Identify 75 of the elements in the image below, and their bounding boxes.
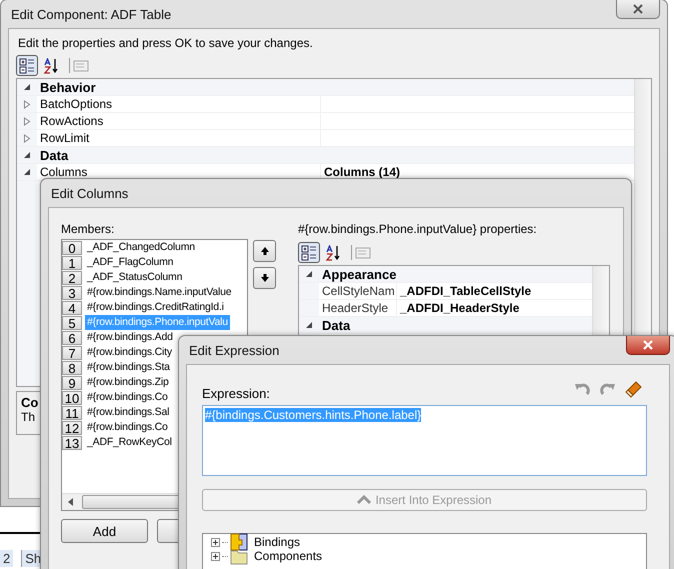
- close-icon: [632, 4, 644, 14]
- member-item[interactable]: #{row.bindings.Sta: [85, 360, 172, 375]
- binding-icon: [230, 533, 248, 551]
- row-index: 11: [62, 406, 82, 420]
- member-item[interactable]: #{row.bindings.City: [85, 345, 174, 360]
- property-value[interactable]: _ADFDI_TableCellStyle: [397, 283, 592, 299]
- instructions-text: Edit the properties and press OK to save your changes.: [17, 36, 314, 52]
- row-index: 5: [62, 316, 82, 330]
- property-name[interactable]: CellStyleNam: [319, 283, 397, 299]
- up-arrow-icon: [260, 246, 270, 256]
- description-title: Co: [21, 395, 38, 410]
- eraser-icon[interactable]: [625, 380, 643, 398]
- add-button[interactable]: Add: [61, 519, 148, 543]
- row-index: 10: [62, 390, 82, 404]
- pages-icon: [73, 58, 89, 74]
- member-item[interactable]: #{row.bindings.Co: [85, 390, 170, 405]
- properties-label: #{row.bindings.Phone.inputValue} properties:: [298, 222, 538, 238]
- row-index: 13: [62, 436, 82, 450]
- member-item[interactable]: _ADF_FlagColumn: [85, 255, 176, 270]
- categorized-button[interactable]: [16, 55, 38, 76]
- row-index: 9: [62, 376, 82, 390]
- category-label: Data: [39, 148, 68, 162]
- scroll-left-icon[interactable]: [68, 498, 74, 506]
- member-item[interactable]: _ADF_StatusColumn: [85, 270, 184, 285]
- row-index: 4: [62, 300, 82, 314]
- property-name[interactable]: BatchOptions: [37, 96, 321, 112]
- member-item[interactable]: #{row.bindings.Zip: [85, 375, 171, 390]
- category-label: Appearance: [321, 266, 396, 282]
- down-arrow-icon: [260, 273, 270, 283]
- expand-icon[interactable]: [211, 538, 220, 546]
- category-label: Behavior: [39, 80, 96, 94]
- collapse-icon[interactable]: [23, 83, 31, 91]
- collapse-icon[interactable]: [23, 151, 31, 159]
- member-item[interactable]: #{row.bindings.Co: [85, 420, 170, 435]
- move-down-button[interactable]: [253, 267, 276, 289]
- collapse-icon[interactable]: [305, 270, 313, 278]
- property-value[interactable]: Columns (14): [321, 164, 634, 180]
- window-title: Edit Expression: [188, 342, 280, 358]
- tree-item[interactable]: Bindings: [250, 535, 300, 549]
- member-item[interactable]: _ADF_RowKeyCol: [85, 435, 174, 450]
- member-item[interactable]: #{row.bindings.CreditRatingId.i: [85, 300, 226, 315]
- row-index: 1: [62, 256, 82, 270]
- member-item[interactable]: #{row.bindings.Add: [85, 330, 175, 345]
- tree-item[interactable]: Components: [250, 549, 322, 563]
- property-value[interactable]: _ADFDI_HeaderStyle: [397, 300, 592, 316]
- member-item[interactable]: #{row.bindings.Name.inputValue: [85, 285, 234, 300]
- collapse-icon[interactable]: [23, 168, 31, 176]
- member-item[interactable]: #{row.bindings.Sal: [85, 405, 172, 420]
- members-label: Members:: [61, 222, 116, 238]
- close-icon: [642, 340, 654, 350]
- categorized-button[interactable]: [298, 242, 320, 263]
- row-index: 3: [62, 286, 82, 300]
- window-title: Edit Component: ADF Table: [10, 6, 172, 22]
- row-index: 6: [62, 330, 82, 344]
- collapse-icon[interactable]: [305, 321, 313, 329]
- property-name[interactable]: RowLimit: [37, 130, 321, 146]
- member-item[interactable]: _ADF_ChangedColumn: [85, 240, 197, 255]
- expression-label: Expression:: [202, 386, 270, 401]
- row-index: 12: [62, 420, 82, 434]
- property-name[interactable]: HeaderStyle: [319, 300, 397, 316]
- property-name[interactable]: RowActions: [37, 113, 321, 129]
- row-index: 0: [62, 240, 82, 254]
- category-label: Data: [321, 318, 350, 332]
- close-button[interactable]: [626, 336, 670, 355]
- window-title: Edit Columns: [50, 186, 128, 200]
- chevron-up-icon: [357, 495, 372, 505]
- sheet-tab[interactable]: 2: [0, 550, 14, 567]
- expand-icon[interactable]: [211, 552, 220, 560]
- close-button[interactable]: [616, 0, 660, 19]
- pages-icon: [355, 244, 371, 260]
- row-index: 7: [62, 346, 82, 360]
- description-text: Th: [21, 410, 36, 424]
- row-index: 2: [62, 270, 82, 284]
- move-up-button[interactable]: [253, 240, 276, 262]
- row-index: 8: [62, 360, 82, 374]
